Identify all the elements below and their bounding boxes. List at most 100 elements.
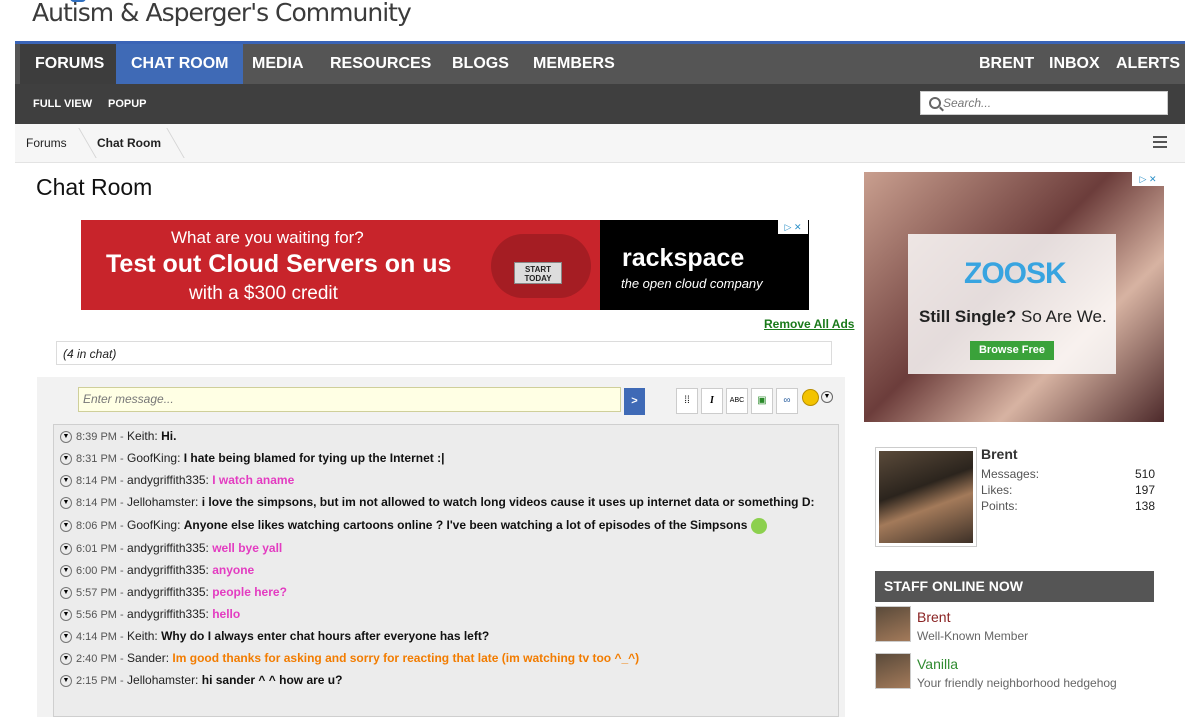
message-time: 4:14 PM -	[76, 631, 124, 643]
ad-start-button[interactable]: START TODAY	[514, 262, 562, 284]
nav-alerts[interactable]: ALERTS	[1101, 44, 1190, 84]
link-icon[interactable]: ∞	[776, 388, 798, 414]
italic-icon[interactable]: I	[701, 388, 723, 414]
collapse-icon[interactable]: ▼	[60, 674, 72, 687]
stat-value: 197	[1134, 483, 1155, 497]
ad-choices-icon[interactable]: ▷ ✕	[1132, 172, 1164, 186]
chevron-down-icon[interactable]: ▼	[821, 391, 833, 403]
ad-headline: Still Single? So Are We.	[919, 307, 1107, 327]
message-user[interactable]: Keith:	[127, 629, 158, 643]
avatar[interactable]	[875, 447, 977, 547]
send-button[interactable]: >	[624, 388, 645, 415]
image-icon[interactable]: ▣	[751, 388, 773, 414]
page-title: Chat Room	[36, 174, 153, 200]
breadcrumb: Forums Chat Room	[15, 124, 1185, 163]
avatar[interactable]	[875, 606, 911, 642]
message-time: 6:01 PM -	[76, 543, 124, 555]
message-user[interactable]: GoofKing:	[127, 518, 180, 532]
ad-choices-icon[interactable]: ▷ ✕	[778, 220, 808, 234]
chat-message: ▼ 2:15 PM - Jellohamster: hi sander ^ ^ h…	[60, 669, 342, 691]
message-time: 8:06 PM -	[76, 520, 124, 532]
message-user[interactable]: andygriffith335:	[127, 607, 209, 621]
message-time: 8:39 PM -	[76, 431, 124, 443]
hamburger-menu-icon[interactable]	[1153, 136, 1167, 148]
collapse-icon[interactable]: ▼	[60, 452, 72, 465]
message-user[interactable]: Jellohamster:	[127, 673, 198, 687]
message-time: 5:56 PM -	[76, 609, 124, 621]
search-input[interactable]: Search...	[920, 91, 1168, 115]
ad-main-text: Test out Cloud Servers on us	[106, 250, 452, 278]
collapse-icon[interactable]: ▼	[60, 542, 72, 555]
nav-blogs[interactable]: BLOGS	[437, 44, 524, 84]
ad-tagline: the open cloud company	[621, 276, 763, 291]
collapse-icon[interactable]: ▼	[60, 474, 72, 487]
nav-forums[interactable]: FORUMS	[20, 44, 120, 84]
collapse-icon[interactable]: ▼	[60, 630, 72, 643]
message-text: I hate being blamed for tying up the Int…	[183, 451, 445, 465]
chat-message: ▼ 5:57 PM - andygriffith335: people here?	[60, 581, 287, 603]
ad-left-panel: What are you waiting for? Test out Cloud…	[81, 220, 600, 310]
nav-resources[interactable]: RESOURCES	[315, 44, 446, 84]
rackspace-ad-banner[interactable]: What are you waiting for? Test out Cloud…	[81, 220, 809, 310]
stat-value: 510	[1134, 467, 1155, 481]
site-title[interactable]: Autism & Asperger's Community	[32, 0, 412, 27]
grin-emoji-icon	[751, 517, 768, 534]
smiley-icon[interactable]	[802, 389, 819, 406]
nav-members[interactable]: MEMBERS	[518, 44, 630, 84]
message-user[interactable]: andygriffith335:	[127, 473, 209, 487]
color-picker-icon[interactable]: ⁞⁞	[676, 388, 698, 414]
chat-message: ▼ 8:06 PM - GoofKing: Anyone else likes w…	[60, 514, 768, 536]
breadcrumb-forums[interactable]: Forums	[26, 124, 67, 162]
search-placeholder: Search...	[943, 96, 992, 110]
message-user[interactable]: andygriffith335:	[127, 541, 209, 555]
sub-navbar: FULL VIEW POPUP Search...	[15, 84, 1185, 124]
chat-message: ▼ 2:40 PM - Sander: Im good thanks for as…	[60, 647, 639, 669]
ad-headline-bold: Still Single?	[919, 307, 1017, 326]
message-text: Im good thanks for asking and sorry for …	[172, 651, 640, 665]
staff-name[interactable]: Vanilla	[917, 656, 958, 672]
message-text: people here?	[212, 585, 287, 599]
zoosk-logo: ZOOSK	[964, 257, 1067, 290]
avatar[interactable]	[875, 653, 911, 689]
subnav-popup[interactable]: POPUP	[108, 84, 147, 124]
message-user[interactable]: Jellohamster:	[127, 495, 198, 509]
zoosk-side-ad[interactable]: ZOOSK Still Single? So Are We. Browse Fr…	[864, 172, 1164, 422]
remove-ads-link[interactable]: Remove All Ads	[764, 317, 854, 331]
collapse-icon[interactable]: ▼	[60, 608, 72, 621]
collapse-icon[interactable]: ▼	[60, 519, 72, 532]
message-time: 8:31 PM -	[76, 453, 124, 465]
nav-chat-room[interactable]: CHAT ROOM	[116, 44, 244, 84]
message-user[interactable]: andygriffith335:	[127, 563, 209, 577]
subnav-full-view[interactable]: FULL VIEW	[33, 84, 92, 124]
user-name[interactable]: Brent	[981, 446, 1018, 462]
browse-free-button[interactable]: Browse Free	[970, 341, 1054, 360]
collapse-icon[interactable]: ▼	[60, 586, 72, 599]
message-text: Hi.	[161, 429, 177, 443]
collapse-icon[interactable]: ▼	[60, 652, 72, 665]
chat-message: ▼ 5:56 PM - andygriffith335: hello	[60, 603, 240, 625]
spellcheck-icon[interactable]: ABC	[726, 388, 748, 414]
message-text: hi sander ^ ^ how are u?	[201, 673, 343, 687]
staff-name[interactable]: Brent	[917, 609, 950, 625]
collapse-icon[interactable]: ▼	[60, 564, 72, 577]
message-text: Anyone else likes watching cartoons onli…	[183, 518, 748, 532]
message-text: I watch aname	[212, 473, 295, 487]
chat-message: ▼ 6:01 PM - andygriffith335: well bye yal…	[60, 537, 282, 559]
chat-user-count: (4 in chat)	[56, 341, 832, 365]
message-user[interactable]: Keith:	[127, 429, 158, 443]
avatar-image	[879, 451, 973, 543]
message-text: anyone	[212, 563, 255, 577]
breadcrumb-chat-room[interactable]: Chat Room	[97, 124, 161, 162]
message-user[interactable]: GoofKing:	[127, 451, 180, 465]
message-list[interactable]: ▼ 8:39 PM - Keith: Hi. ▼ 8:31 PM - GoofKin…	[53, 424, 839, 717]
message-input[interactable]: Enter message...	[78, 387, 621, 412]
breadcrumb-separator	[66, 128, 97, 158]
chat-message: ▼ 8:14 PM - andygriffith335: I watch anam…	[60, 469, 294, 491]
collapse-icon[interactable]: ▼	[60, 496, 72, 509]
collapse-icon[interactable]: ▼	[60, 430, 72, 443]
nav-media[interactable]: MEDIA	[237, 44, 319, 84]
chat-message: ▼ 8:39 PM - Keith: Hi.	[60, 425, 176, 447]
message-user[interactable]: Sander:	[127, 651, 169, 665]
stat-value: 138	[1134, 499, 1155, 513]
message-user[interactable]: andygriffith335:	[127, 585, 209, 599]
